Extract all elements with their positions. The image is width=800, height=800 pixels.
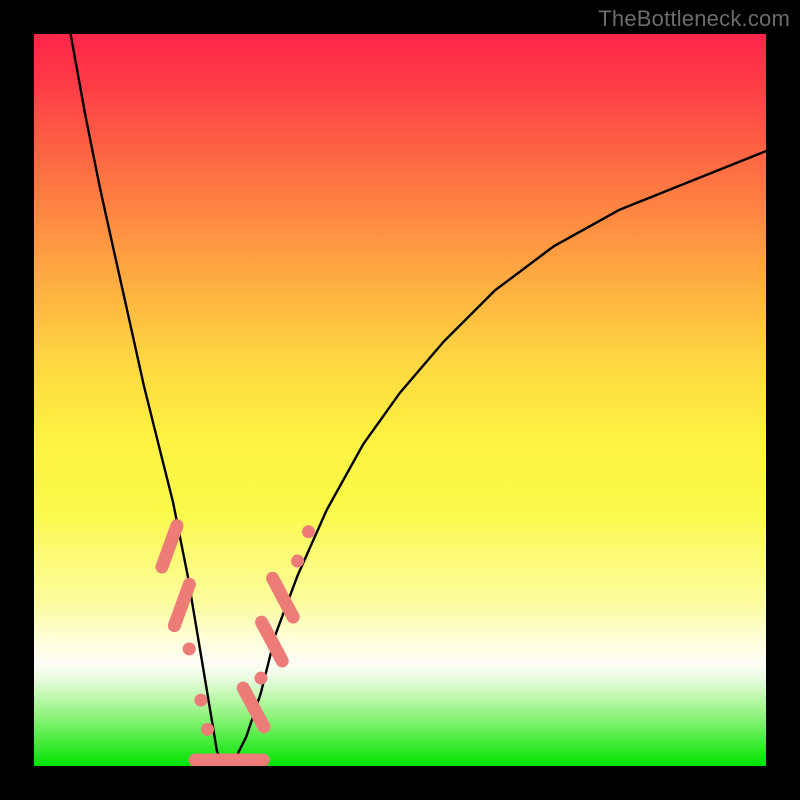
plot-area <box>34 34 766 766</box>
curve-marker <box>273 578 294 617</box>
watermark-label: TheBottleneck.com <box>598 6 790 32</box>
curve-marker <box>183 642 196 655</box>
bottleneck-curve <box>71 34 766 766</box>
curve-marker <box>254 672 267 685</box>
curve-marker <box>201 723 214 736</box>
curve-marker <box>302 525 315 538</box>
chart-frame: TheBottleneck.com <box>0 0 800 800</box>
curve-layer <box>34 34 766 766</box>
curve-marker <box>291 555 304 568</box>
curve-marker <box>162 526 177 567</box>
curve-marker <box>194 694 207 707</box>
curve-marker <box>174 584 189 625</box>
bottom-border <box>34 766 766 800</box>
